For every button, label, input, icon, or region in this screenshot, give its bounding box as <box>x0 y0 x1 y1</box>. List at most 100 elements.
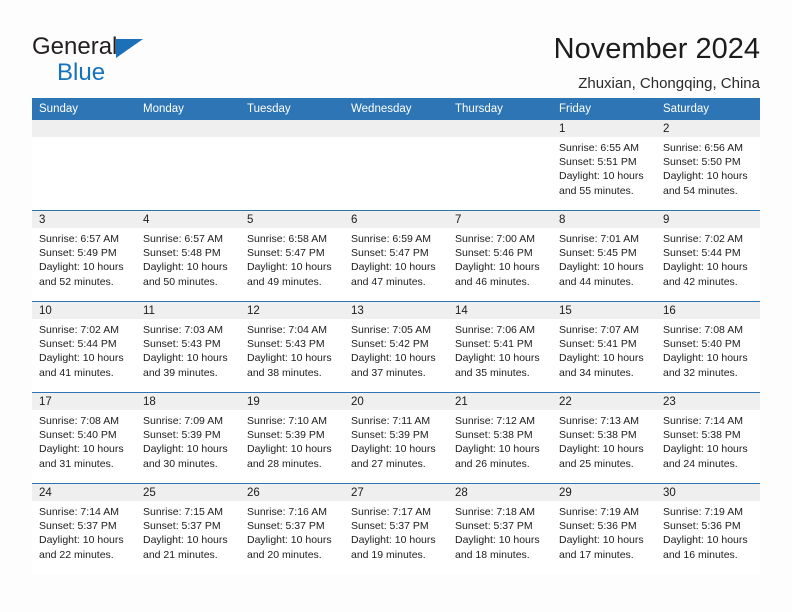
calendar-day-cell[interactable]: 24 Sunrise: 7:14 AM Sunset: 5:37 PM Dayligh… <box>32 483 136 574</box>
calendar-day-cell[interactable]: 20 Sunrise: 7:11 AM Sunset: 5:39 PM Dayligh… <box>344 392 448 484</box>
sunset-text: Sunset: 5:42 PM <box>351 338 429 351</box>
day-number: 16 <box>656 302 760 319</box>
calendar-day-cell[interactable]: 23 Sunrise: 7:14 AM Sunset: 5:38 PM Dayligh… <box>656 392 760 484</box>
calendar-day-cell[interactable]: 18 Sunrise: 7:09 AM Sunset: 5:39 PM Dayligh… <box>136 392 240 484</box>
day-details: Sunrise: 7:09 AM Sunset: 5:39 PM Daylight:… <box>136 410 240 471</box>
calendar-day-cell[interactable]: 17 Sunrise: 7:08 AM Sunset: 5:40 PM Dayligh… <box>32 392 136 484</box>
calendar-day-cell[interactable]: 8 Sunrise: 7:01 AM Sunset: 5:45 PM Daylight… <box>552 210 656 302</box>
sunrise-text: Sunrise: 6:59 AM <box>351 233 431 245</box>
calendar-cell-empty <box>344 120 448 211</box>
calendar-day-cell[interactable]: 16 Sunrise: 7:08 AM Sunset: 5:40 PM Dayligh… <box>656 301 760 393</box>
day-number: 19 <box>240 393 344 410</box>
calendar-day-cell[interactable]: 2 Sunrise: 6:56 AM Sunset: 5:50 PM Daylight… <box>656 120 760 211</box>
day-number <box>448 120 552 137</box>
day-details: Sunrise: 6:59 AM Sunset: 5:47 PM Daylight:… <box>344 228 448 289</box>
daylight-text-line2: and 19 minutes. <box>351 548 426 561</box>
calendar-week-row: 1 Sunrise: 6:55 AM Sunset: 5:51 PM Daylight… <box>32 120 760 211</box>
calendar-day-cell[interactable]: 10 Sunrise: 7:02 AM Sunset: 5:44 PM Dayligh… <box>32 301 136 393</box>
sunset-text: Sunset: 5:48 PM <box>143 247 221 260</box>
calendar-day-cell[interactable]: 4 Sunrise: 6:57 AM Sunset: 5:48 PM Daylight… <box>136 210 240 302</box>
calendar-cell-empty <box>32 120 136 211</box>
daylight-text-line2: and 21 minutes. <box>143 548 218 561</box>
daylight-text-line2: and 47 minutes. <box>351 275 426 288</box>
day-number: 15 <box>552 302 656 319</box>
sunrise-text: Sunrise: 6:57 AM <box>143 233 223 245</box>
calendar-day-cell[interactable]: 1 Sunrise: 6:55 AM Sunset: 5:51 PM Daylight… <box>552 120 656 211</box>
day-number: 23 <box>656 393 760 410</box>
daylight-text-line2: and 39 minutes. <box>143 366 218 379</box>
day-number: 2 <box>656 120 760 137</box>
calendar-day-cell[interactable]: 28 Sunrise: 7:18 AM Sunset: 5:37 PM Dayligh… <box>448 483 552 574</box>
weekday-header-monday: Monday <box>136 98 240 120</box>
calendar-day-cell[interactable]: 5 Sunrise: 6:58 AM Sunset: 5:47 PM Daylight… <box>240 210 344 302</box>
calendar-day-cell[interactable]: 19 Sunrise: 7:10 AM Sunset: 5:39 PM Dayligh… <box>240 392 344 484</box>
daylight-text-line1: Daylight: 10 hours <box>247 261 332 274</box>
sunrise-text: Sunrise: 7:04 AM <box>247 324 327 336</box>
daylight-text-line2: and 41 minutes. <box>39 366 114 379</box>
daylight-text-line1: Daylight: 10 hours <box>559 170 644 183</box>
calendar-week-row: 17 Sunrise: 7:08 AM Sunset: 5:40 PM Dayligh… <box>32 392 760 484</box>
sunset-text: Sunset: 5:45 PM <box>559 247 637 260</box>
sunset-text: Sunset: 5:38 PM <box>455 429 533 442</box>
daylight-text-line2: and 37 minutes. <box>351 366 426 379</box>
calendar-day-cell[interactable]: 15 Sunrise: 7:07 AM Sunset: 5:41 PM Dayligh… <box>552 301 656 393</box>
day-details: Sunrise: 7:14 AM Sunset: 5:38 PM Daylight:… <box>656 410 760 471</box>
calendar-day-cell[interactable]: 22 Sunrise: 7:13 AM Sunset: 5:38 PM Dayligh… <box>552 392 656 484</box>
sunset-text: Sunset: 5:37 PM <box>39 520 117 533</box>
daylight-text-line2: and 52 minutes. <box>39 275 114 288</box>
sunrise-text: Sunrise: 7:08 AM <box>39 415 119 427</box>
calendar-day-cell[interactable]: 11 Sunrise: 7:03 AM Sunset: 5:43 PM Dayligh… <box>136 301 240 393</box>
sunset-text: Sunset: 5:50 PM <box>663 156 741 169</box>
calendar-day-cell[interactable]: 30 Sunrise: 7:19 AM Sunset: 5:36 PM Dayligh… <box>656 483 760 574</box>
daylight-text-line2: and 49 minutes. <box>247 275 322 288</box>
daylight-text-line1: Daylight: 10 hours <box>39 261 124 274</box>
daylight-text-line2: and 50 minutes. <box>143 275 218 288</box>
daylight-text-line2: and 20 minutes. <box>247 548 322 561</box>
calendar-day-cell[interactable]: 29 Sunrise: 7:19 AM Sunset: 5:36 PM Dayligh… <box>552 483 656 574</box>
day-number: 1 <box>552 120 656 137</box>
logo-text-general: General <box>32 33 118 60</box>
calendar-day-cell[interactable]: 27 Sunrise: 7:17 AM Sunset: 5:37 PM Dayligh… <box>344 483 448 574</box>
day-number: 17 <box>32 393 136 410</box>
sunset-text: Sunset: 5:39 PM <box>351 429 429 442</box>
sunrise-text: Sunrise: 7:10 AM <box>247 415 327 427</box>
daylight-text-line1: Daylight: 10 hours <box>663 170 748 183</box>
calendar-day-cell[interactable]: 26 Sunrise: 7:16 AM Sunset: 5:37 PM Dayligh… <box>240 483 344 574</box>
daylight-text-line1: Daylight: 10 hours <box>455 534 540 547</box>
calendar-day-cell[interactable]: 3 Sunrise: 6:57 AM Sunset: 5:49 PM Daylight… <box>32 210 136 302</box>
calendar-day-cell[interactable]: 25 Sunrise: 7:15 AM Sunset: 5:37 PM Dayligh… <box>136 483 240 574</box>
calendar-day-cell[interactable]: 21 Sunrise: 7:12 AM Sunset: 5:38 PM Dayligh… <box>448 392 552 484</box>
daylight-text-line1: Daylight: 10 hours <box>247 352 332 365</box>
daylight-text-line2: and 54 minutes. <box>663 184 738 197</box>
calendar-day-cell[interactable]: 7 Sunrise: 7:00 AM Sunset: 5:46 PM Daylight… <box>448 210 552 302</box>
calendar-day-cell[interactable]: 6 Sunrise: 6:59 AM Sunset: 5:47 PM Daylight… <box>344 210 448 302</box>
calendar-day-cell[interactable]: 12 Sunrise: 7:04 AM Sunset: 5:43 PM Dayligh… <box>240 301 344 393</box>
calendar-week-row: 24 Sunrise: 7:14 AM Sunset: 5:37 PM Dayligh… <box>32 483 760 574</box>
calendar-head: Sunday Monday Tuesday Wednesday Thursday… <box>32 98 760 120</box>
daylight-text-line1: Daylight: 10 hours <box>455 261 540 274</box>
daylight-text-line1: Daylight: 10 hours <box>663 261 748 274</box>
sunset-text: Sunset: 5:46 PM <box>455 247 533 260</box>
calendar-day-cell[interactable]: 14 Sunrise: 7:06 AM Sunset: 5:41 PM Dayligh… <box>448 301 552 393</box>
calendar-week-row: 10 Sunrise: 7:02 AM Sunset: 5:44 PM Dayligh… <box>32 301 760 393</box>
day-details: Sunrise: 6:56 AM Sunset: 5:50 PM Daylight:… <box>656 137 760 198</box>
day-number <box>240 120 344 137</box>
calendar-day-cell[interactable]: 13 Sunrise: 7:05 AM Sunset: 5:42 PM Dayligh… <box>344 301 448 393</box>
weekday-header-tuesday: Tuesday <box>240 98 344 120</box>
day-number: 20 <box>344 393 448 410</box>
day-number: 6 <box>344 211 448 228</box>
calendar-day-cell[interactable]: 9 Sunrise: 7:02 AM Sunset: 5:44 PM Daylight… <box>656 210 760 302</box>
daylight-text-line1: Daylight: 10 hours <box>559 443 644 456</box>
sunset-text: Sunset: 5:41 PM <box>455 338 533 351</box>
day-details: Sunrise: 7:18 AM Sunset: 5:37 PM Daylight:… <box>448 501 552 562</box>
sunrise-text: Sunrise: 7:14 AM <box>663 415 743 427</box>
daylight-text-line2: and 55 minutes. <box>559 184 634 197</box>
day-details: Sunrise: 7:07 AM Sunset: 5:41 PM Daylight:… <box>552 319 656 380</box>
title-block: November 2024 Zhuxian, Chongqing, China <box>554 30 760 95</box>
day-number: 22 <box>552 393 656 410</box>
sunset-text: Sunset: 5:43 PM <box>247 338 325 351</box>
daylight-text-line1: Daylight: 10 hours <box>559 352 644 365</box>
sunset-text: Sunset: 5:44 PM <box>39 338 117 351</box>
general-blue-logo[interactable]: General Blue <box>32 30 182 92</box>
daylight-text-line1: Daylight: 10 hours <box>143 534 228 547</box>
